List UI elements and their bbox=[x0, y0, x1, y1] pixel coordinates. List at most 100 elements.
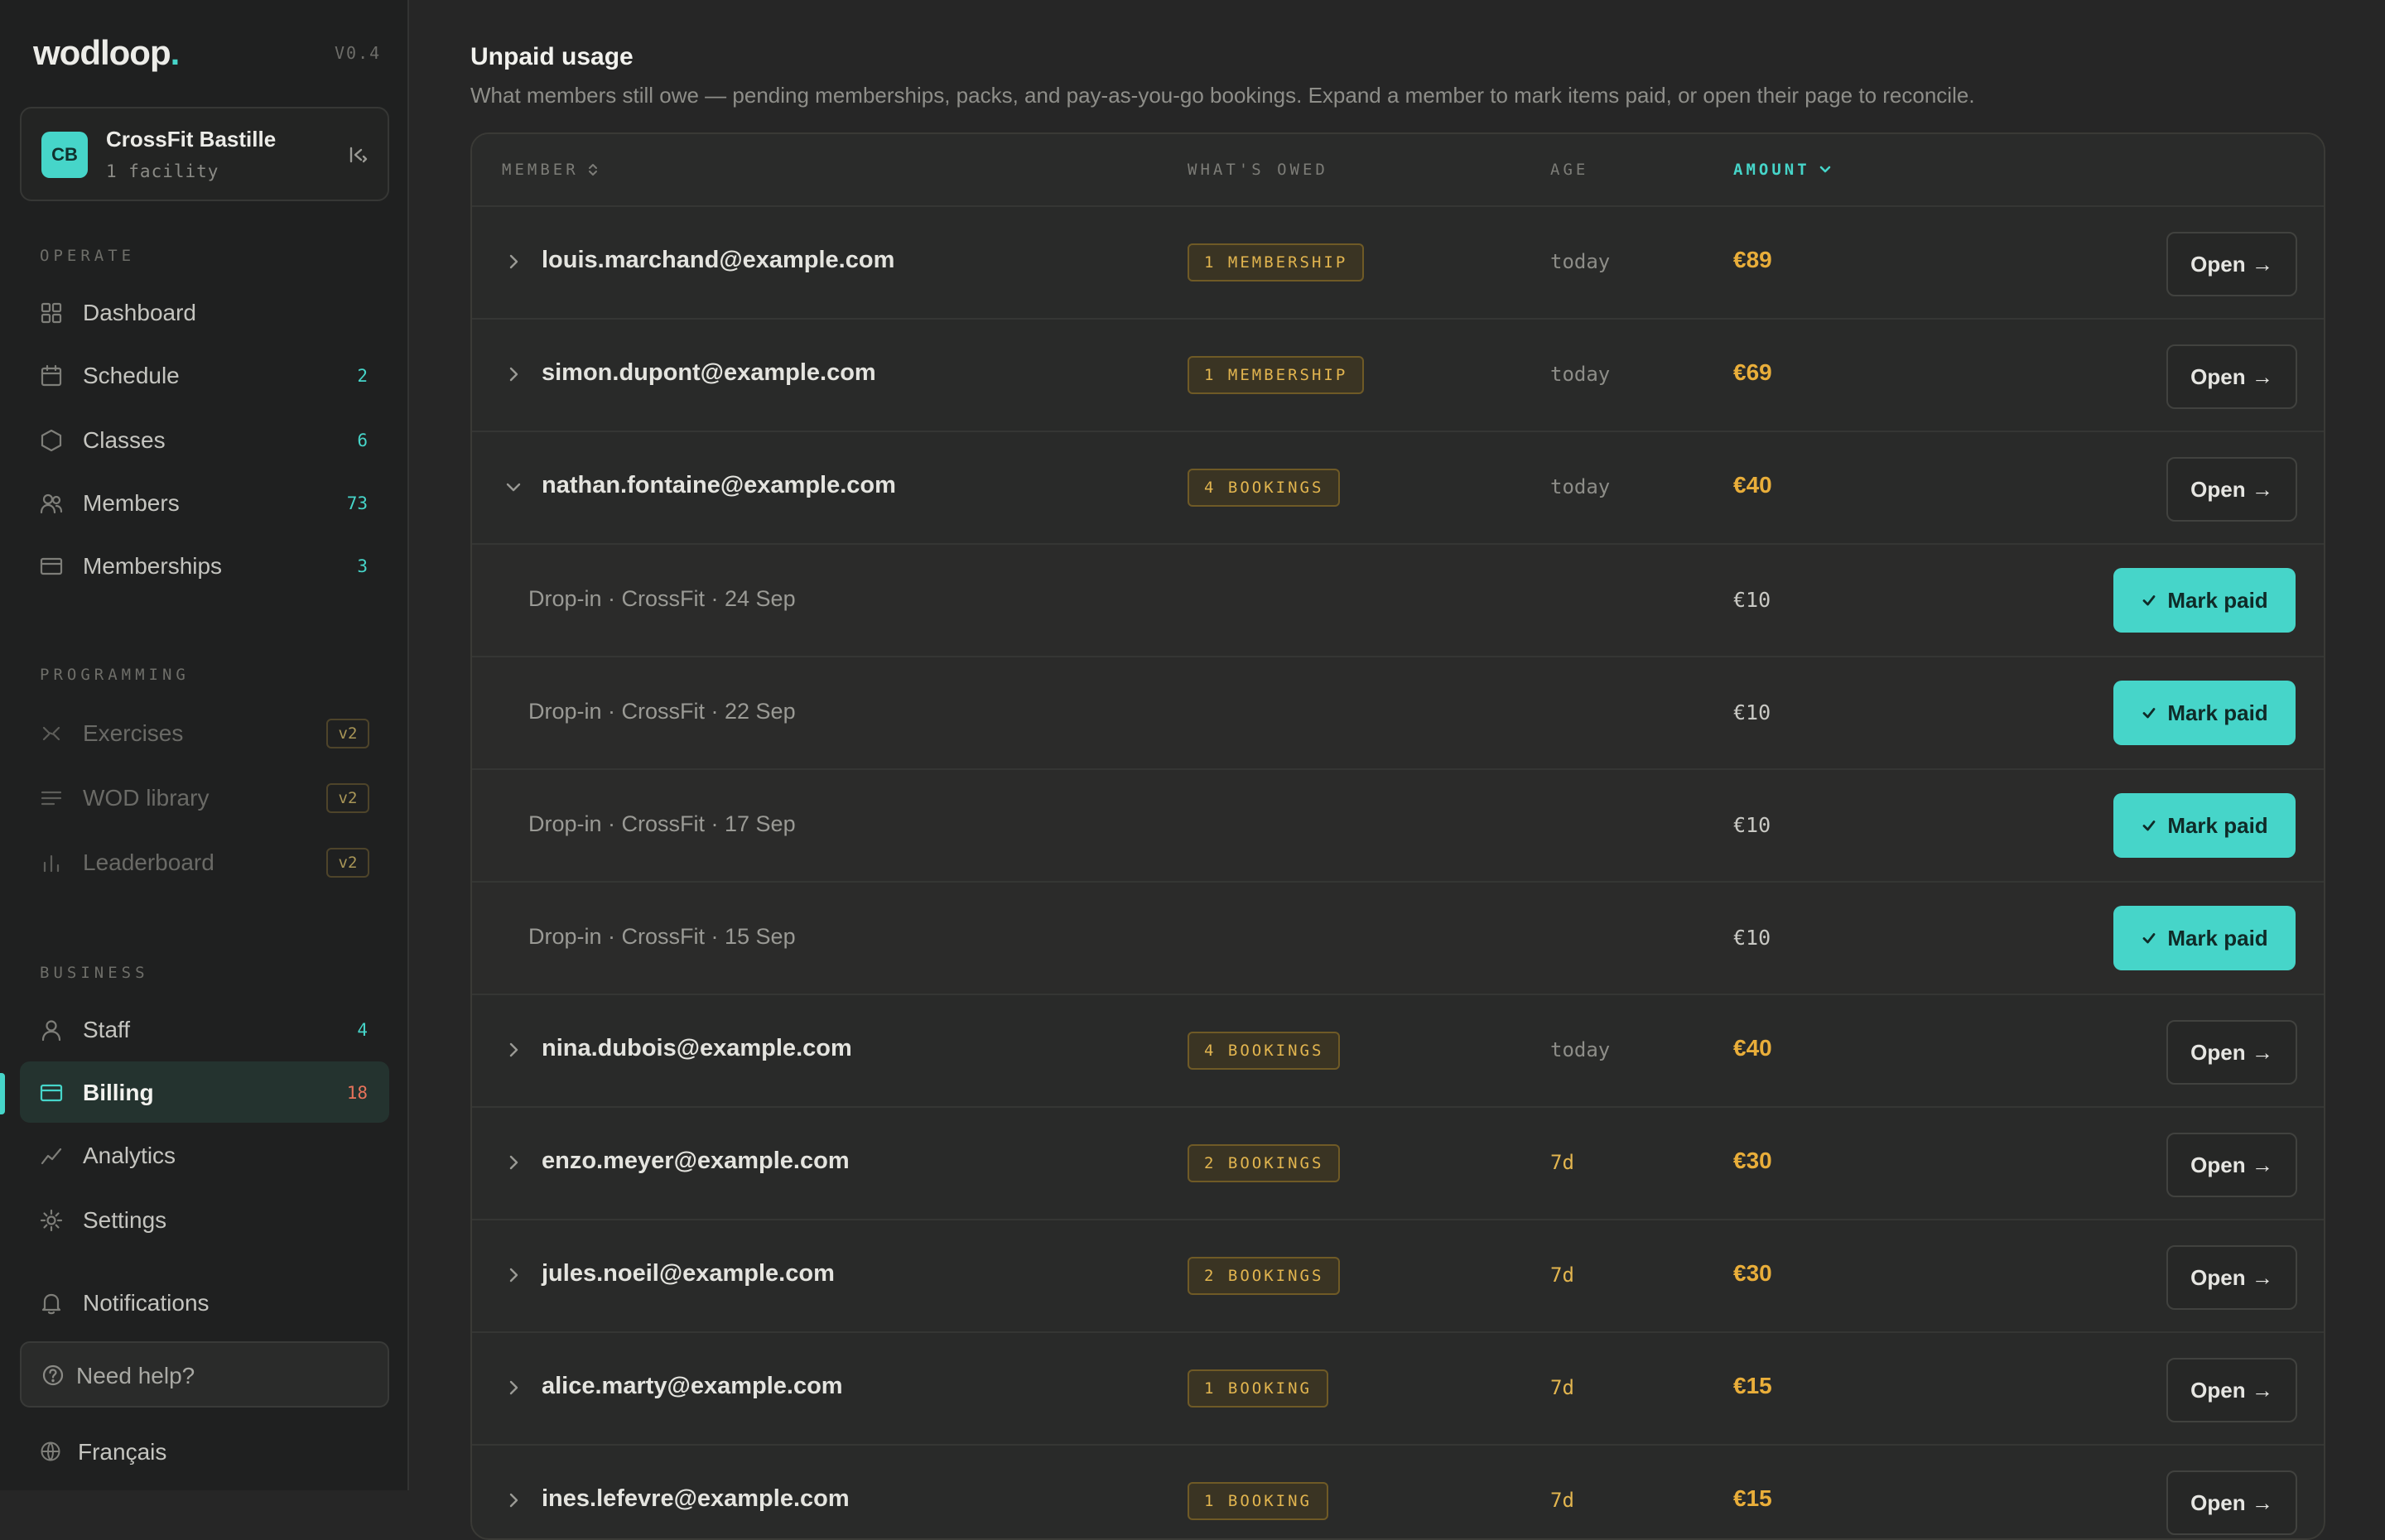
chevron-right-icon[interactable] bbox=[502, 1038, 525, 1061]
grid-icon bbox=[40, 301, 63, 325]
table-header: MEMBER WHAT'S OWED AGE AMOUNT bbox=[472, 134, 2324, 207]
age-value: today bbox=[1550, 363, 1611, 386]
age-value: 7d bbox=[1550, 1489, 1574, 1512]
nav-analytics[interactable]: Analytics bbox=[20, 1124, 389, 1186]
open-member-button[interactable]: Open → bbox=[2166, 1358, 2297, 1422]
nav-count: 4 bbox=[357, 1020, 368, 1040]
nav-exercises[interactable]: Exercises v2 bbox=[20, 702, 389, 763]
member-email[interactable]: nathan.fontaine@example.com bbox=[542, 472, 896, 499]
chevron-right-icon[interactable] bbox=[502, 363, 525, 386]
nav-label: Analytics bbox=[83, 1143, 176, 1168]
amount-value: €15 bbox=[1733, 1373, 1772, 1398]
bell-icon bbox=[40, 1292, 63, 1315]
chevron-right-icon[interactable] bbox=[502, 1263, 525, 1287]
open-member-button[interactable]: Open → bbox=[2166, 1470, 2297, 1535]
nav-classes[interactable]: Classes 6 bbox=[20, 409, 389, 470]
column-age: AGE bbox=[1550, 161, 1589, 179]
chevron-right-icon[interactable] bbox=[502, 1489, 525, 1512]
chevron-down-icon bbox=[1819, 166, 1830, 173]
language-switcher[interactable]: Français bbox=[20, 1422, 389, 1480]
collapse-sidebar-icon[interactable] bbox=[344, 142, 371, 168]
open-member-button[interactable]: Open → bbox=[2166, 1245, 2297, 1310]
sidebar: wodloop. V0.4 CB CrossFit Bastille 1 fac… bbox=[0, 0, 409, 1490]
column-amount[interactable]: AMOUNT bbox=[1733, 161, 1832, 179]
table-row[interactable]: jules.noeil@example.com 2 BOOKINGS 7d €3… bbox=[472, 1220, 2324, 1333]
question-icon bbox=[41, 1364, 65, 1387]
nav-count: 3 bbox=[357, 556, 368, 576]
nav-label: Dashboard bbox=[83, 300, 196, 325]
amount-value: €69 bbox=[1733, 359, 1772, 385]
member-email[interactable]: simon.dupont@example.com bbox=[542, 359, 876, 387]
table-row[interactable]: enzo.meyer@example.com 2 BOOKINGS 7d €30… bbox=[472, 1108, 2324, 1220]
owed-badge: 1 BOOKING bbox=[1188, 1482, 1328, 1520]
column-member[interactable]: MEMBER bbox=[502, 161, 599, 179]
nav-label: Memberships bbox=[83, 553, 223, 579]
nav-staff[interactable]: Staff 4 bbox=[20, 999, 389, 1060]
org-switcher[interactable]: CB CrossFit Bastille 1 facility bbox=[20, 107, 389, 201]
hexagon-icon bbox=[40, 429, 63, 452]
member-email[interactable]: alice.marty@example.com bbox=[542, 1373, 843, 1400]
mark-paid-button[interactable]: Mark paid bbox=[2113, 568, 2296, 633]
amount-value: €40 bbox=[1733, 1035, 1772, 1061]
member-email[interactable]: enzo.meyer@example.com bbox=[542, 1148, 850, 1175]
org-avatar: CB bbox=[41, 132, 88, 178]
member-email[interactable]: ines.lefevre@example.com bbox=[542, 1485, 850, 1513]
section-programming: PROGRAMMING bbox=[40, 666, 190, 684]
owed-item-row: Drop-in · CrossFit · 24 Sep €10 Mark pai… bbox=[472, 545, 2324, 657]
version-pill: v2 bbox=[326, 719, 369, 748]
chevron-right-icon[interactable] bbox=[502, 250, 525, 273]
open-member-button[interactable]: Open → bbox=[2166, 1020, 2297, 1085]
owed-item-amount: €10 bbox=[1733, 700, 1771, 724]
owed-badge: 4 BOOKINGS bbox=[1188, 469, 1341, 507]
bar-chart-icon bbox=[40, 851, 63, 874]
check-icon bbox=[2142, 933, 2156, 944]
mark-paid-button[interactable]: Mark paid bbox=[2113, 681, 2296, 745]
help-button[interactable]: Need help? bbox=[20, 1341, 389, 1408]
nav-members[interactable]: Members 73 bbox=[20, 472, 389, 533]
table-row-expanded[interactable]: nathan.fontaine@example.com 4 BOOKINGS t… bbox=[472, 432, 2324, 545]
nav-notifications[interactable]: Notifications bbox=[20, 1272, 389, 1333]
owed-item-label: Drop-in · CrossFit · 15 Sep bbox=[528, 924, 796, 949]
org-name: CrossFit Bastille bbox=[106, 127, 277, 152]
nav-schedule[interactable]: Schedule 2 bbox=[20, 344, 389, 406]
nav-dashboard[interactable]: Dashboard bbox=[20, 282, 389, 343]
table-row[interactable]: alice.marty@example.com 1 BOOKING 7d €15… bbox=[472, 1333, 2324, 1446]
nav-wod-library[interactable]: WOD library v2 bbox=[20, 767, 389, 828]
open-member-button[interactable]: Open → bbox=[2166, 457, 2297, 522]
nav-billing[interactable]: Billing 18 bbox=[20, 1061, 389, 1123]
owed-item-row: Drop-in · CrossFit · 22 Sep €10 Mark pai… bbox=[472, 657, 2324, 770]
owed-badge: 1 MEMBERSHIP bbox=[1188, 356, 1365, 394]
user-icon bbox=[40, 1018, 63, 1042]
amount-value: €15 bbox=[1733, 1485, 1772, 1511]
chevron-right-icon[interactable] bbox=[502, 1376, 525, 1399]
mark-paid-button[interactable]: Mark paid bbox=[2113, 793, 2296, 858]
member-email[interactable]: jules.noeil@example.com bbox=[542, 1260, 835, 1287]
chevron-down-icon[interactable] bbox=[502, 475, 525, 498]
dumbbell-icon bbox=[40, 722, 63, 745]
card-icon bbox=[40, 555, 63, 578]
member-email[interactable]: nina.dubois@example.com bbox=[542, 1035, 852, 1062]
age-value: today bbox=[1550, 1038, 1611, 1061]
owed-item-amount: €10 bbox=[1733, 813, 1771, 837]
table-row[interactable]: nina.dubois@example.com 4 BOOKINGS today… bbox=[472, 995, 2324, 1108]
nav-memberships[interactable]: Memberships 3 bbox=[20, 535, 389, 596]
open-member-button[interactable]: Open → bbox=[2166, 344, 2297, 409]
age-value: 7d bbox=[1550, 1151, 1574, 1174]
nav-settings[interactable]: Settings bbox=[20, 1189, 389, 1250]
mark-paid-button[interactable]: Mark paid bbox=[2113, 906, 2296, 970]
member-email[interactable]: louis.marchand@example.com bbox=[542, 247, 894, 274]
open-member-button[interactable]: Open → bbox=[2166, 1133, 2297, 1197]
chevron-right-icon[interactable] bbox=[502, 1151, 525, 1174]
section-business: BUSINESS bbox=[40, 964, 149, 982]
table-row[interactable]: simon.dupont@example.com 1 MEMBERSHIP to… bbox=[472, 320, 2324, 432]
age-value: today bbox=[1550, 250, 1611, 273]
table-row[interactable]: ines.lefevre@example.com 1 BOOKING 7d €1… bbox=[472, 1446, 2324, 1538]
nav-leaderboard[interactable]: Leaderboard v2 bbox=[20, 831, 389, 893]
owed-item-label: Drop-in · CrossFit · 22 Sep bbox=[528, 699, 796, 724]
open-member-button[interactable]: Open → bbox=[2166, 232, 2297, 296]
app-logo[interactable]: wodloop. bbox=[33, 33, 180, 73]
table-row[interactable]: louis.marchand@example.com 1 MEMBERSHIP … bbox=[472, 207, 2324, 320]
nav-label: Settings bbox=[83, 1207, 167, 1233]
owed-item-row: Drop-in · CrossFit · 15 Sep €10 Mark pai… bbox=[472, 883, 2324, 995]
list-icon bbox=[40, 787, 63, 810]
